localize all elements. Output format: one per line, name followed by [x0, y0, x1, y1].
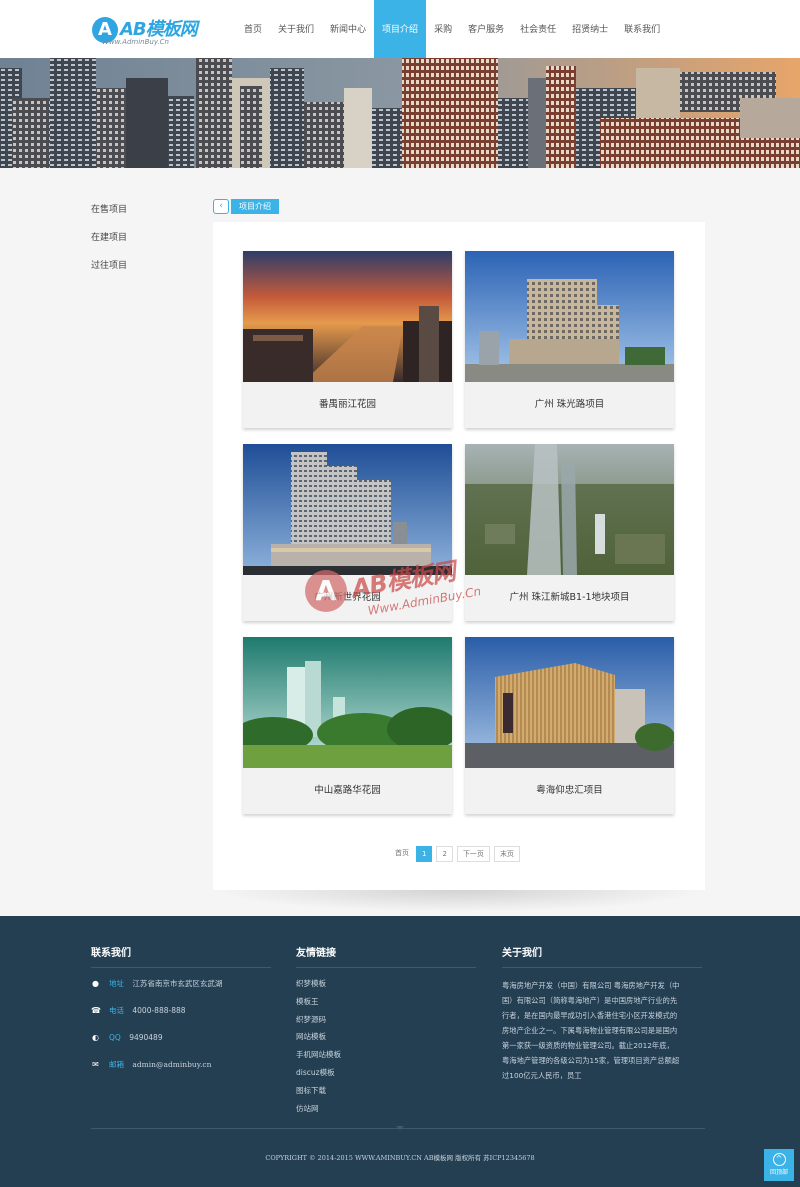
contact-label: 地址: [109, 979, 124, 988]
chevron-up-icon: ^: [772, 1153, 786, 1166]
site-logo[interactable]: A AB模板网 Www.AdminBuy.Cn: [92, 14, 222, 48]
friend-link[interactable]: 仿站网: [296, 1103, 476, 1121]
copyright-text: COPYRIGHT © 2014-2015 WWW.AMINBUY.CN AB模…: [265, 1154, 535, 1162]
nav-item-responsibility[interactable]: 社会责任: [512, 0, 564, 58]
site-footer: 联系我们 ● 地址 江苏省南京市玄武区玄武湖 ☎ 电话 4000-888-888…: [0, 916, 800, 1187]
back-arrow-icon[interactable]: ‹: [213, 199, 229, 214]
panel-shadow: [213, 890, 705, 912]
watermark-mark: A: [305, 570, 347, 612]
pagination: 首页 1 2 下一页 末页: [392, 846, 524, 862]
nav-item-projects[interactable]: 项目介绍: [374, 0, 427, 58]
friend-link[interactable]: 网站模板: [296, 1031, 476, 1049]
nav-item-careers[interactable]: 招贤纳士: [564, 0, 616, 58]
project-card[interactable]: 中山嘉路华花园: [243, 637, 452, 814]
footer-links: 友情链接 织梦模板 模板王 织梦源码 网站模板 手机网站模板 discuz模板 …: [296, 944, 476, 1120]
friend-link[interactable]: 织梦模板: [296, 978, 476, 996]
contact-address: ● 地址 江苏省南京市玄武区玄武湖: [91, 978, 271, 1005]
qq-icon: ◐: [92, 1033, 99, 1042]
site-header: A AB模板网 Www.AdminBuy.Cn 首页 关于我们 新闻中心 项目介…: [0, 0, 800, 58]
logo-subtitle: Www.AdminBuy.Cn: [102, 38, 169, 46]
nav-item-procurement[interactable]: 采购: [426, 0, 460, 58]
project-image-commercial-building[interactable]: [465, 637, 674, 768]
footer-divider-arrow: [396, 1126, 404, 1130]
friend-link[interactable]: 图标下载: [296, 1085, 476, 1103]
contact-phone: ☎ 电话 4000-888-888: [91, 1005, 271, 1032]
contact-value: 9490489: [129, 1033, 163, 1042]
friend-link[interactable]: discuz模板: [296, 1067, 476, 1085]
skyline-illustration: [0, 58, 800, 168]
nav-item-contact[interactable]: 联系我们: [616, 0, 668, 58]
nav-item-service[interactable]: 客户服务: [460, 0, 512, 58]
sidebar: 在售项目 在建项目 过往项目: [91, 200, 201, 284]
footer-about: 关于我们 粤海房地产开发（中国）有限公司 粤海房地产开发（中国）有限公司（简称粤…: [502, 944, 702, 1083]
page-last[interactable]: 末页: [493, 846, 520, 862]
project-card[interactable]: 番禺丽江花园: [243, 251, 452, 428]
main-nav: 首页 关于我们 新闻中心 项目介绍 采购 客户服务 社会责任 招贤纳士 联系我们: [236, 0, 668, 58]
breadcrumb-label[interactable]: 项目介绍: [231, 199, 279, 214]
contact-value: 4000-888-888: [132, 1006, 186, 1015]
page-first[interactable]: 首页: [392, 846, 412, 862]
back-to-top-label: 回顶部: [769, 1169, 788, 1176]
friend-link[interactable]: 织梦源码: [296, 1014, 476, 1032]
breadcrumb: ‹ 项目介绍: [213, 199, 279, 214]
footer-divider: [502, 967, 702, 968]
footer-divider: [91, 967, 271, 968]
footer-contact: 联系我们 ● 地址 江苏省南京市玄武区玄武湖 ☎ 电话 4000-888-888…: [91, 944, 271, 1086]
back-to-top-button[interactable]: ^ 回顶部: [764, 1149, 794, 1181]
friend-link[interactable]: 手机网站模板: [296, 1049, 476, 1067]
location-pin-icon: ●: [92, 979, 99, 988]
contact-label: QQ: [109, 1033, 121, 1042]
nav-item-news[interactable]: 新闻中心: [322, 0, 374, 58]
contact-value: 江苏省南京市玄武区玄武湖: [132, 979, 223, 988]
project-title[interactable]: 广州 珠光路项目: [465, 382, 674, 428]
mail-icon: ✉: [92, 1060, 99, 1069]
footer-about-text: 粤海房地产开发（中国）有限公司 粤海房地产开发（中国）有限公司（简称粤海地产）是…: [502, 981, 680, 1080]
page-2[interactable]: 2: [436, 846, 453, 862]
sidebar-item-under-construction[interactable]: 在建项目: [91, 228, 201, 256]
contact-value[interactable]: admin@adminbuy.cn: [132, 1060, 211, 1069]
sidebar-item-past[interactable]: 过往项目: [91, 256, 201, 284]
project-title[interactable]: 中山嘉路华花园: [243, 768, 452, 814]
project-title[interactable]: 粤海仰忠汇项目: [465, 768, 674, 814]
project-title[interactable]: 番禺丽江花园: [243, 382, 452, 428]
project-image-sunset-river[interactable]: [243, 251, 452, 382]
footer-contact-heading: 联系我们: [91, 948, 131, 959]
contact-label: 电话: [109, 1006, 124, 1015]
friend-link[interactable]: 模板王: [296, 996, 476, 1014]
phone-icon: ☎: [91, 1006, 101, 1015]
project-image-towers-trees[interactable]: [243, 637, 452, 768]
project-card[interactable]: 广州 珠光路项目: [465, 251, 674, 428]
contact-email: ✉ 邮箱 admin@adminbuy.cn: [91, 1059, 271, 1086]
footer-links-heading: 友情链接: [296, 948, 336, 959]
watermark-logo: A AB模板网 Www.AdminBuy.Cn: [305, 556, 505, 626]
project-image-apartment-tower[interactable]: [465, 251, 674, 382]
page-1[interactable]: 1: [416, 846, 433, 862]
sidebar-item-on-sale[interactable]: 在售项目: [91, 200, 201, 228]
page-next[interactable]: 下一页: [456, 846, 490, 862]
nav-item-home[interactable]: 首页: [236, 0, 270, 58]
contact-qq: ◐ QQ 9490489: [91, 1032, 271, 1059]
contact-label: 邮箱: [109, 1060, 124, 1069]
footer-divider: [296, 967, 476, 968]
project-card[interactable]: 粤海仰忠汇项目: [465, 637, 674, 814]
footer-about-heading: 关于我们: [502, 948, 542, 959]
city-banner-image: [0, 58, 800, 168]
nav-item-about[interactable]: 关于我们: [270, 0, 322, 58]
